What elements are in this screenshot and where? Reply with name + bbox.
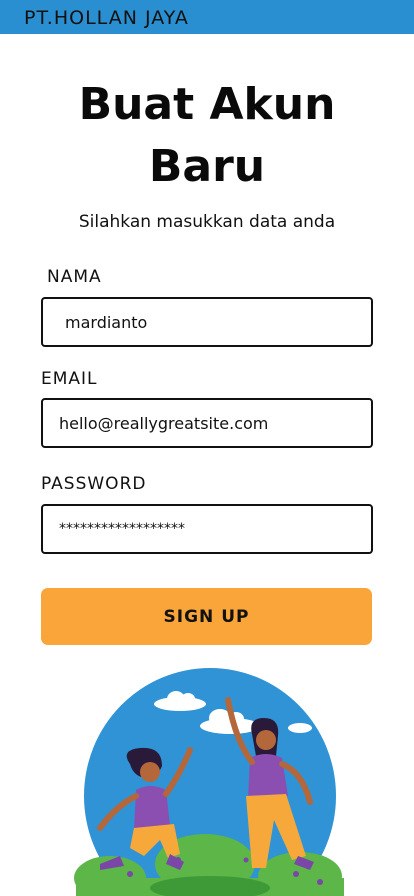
page-subtitle: Silahkan masukkan data anda: [78, 212, 336, 232]
page-title: Buat Akun Baru: [40, 74, 374, 198]
password-input[interactable]: [43, 506, 371, 552]
email-field: [41, 398, 373, 448]
two-women-jumping-illustration-icon: [74, 668, 344, 896]
page-title-line-2: Baru: [148, 141, 266, 192]
page-title-line-1: Buat Akun: [78, 79, 336, 130]
name-input[interactable]: [43, 299, 371, 345]
name-label: NAMA: [47, 267, 102, 287]
sign-up-button[interactable]: SIGN UP: [41, 588, 372, 645]
company-name: PT.HOLLAN JAYA: [24, 7, 189, 29]
name-field: [41, 297, 373, 347]
email-label: EMAIL: [41, 369, 98, 389]
signup-screen: PT.HOLLAN JAYA Buat Akun Baru Silahkan m…: [0, 0, 414, 896]
password-field: [41, 504, 373, 554]
password-label: PASSWORD: [41, 474, 147, 494]
header-bar: PT.HOLLAN JAYA: [0, 0, 414, 34]
email-input[interactable]: [43, 400, 371, 446]
